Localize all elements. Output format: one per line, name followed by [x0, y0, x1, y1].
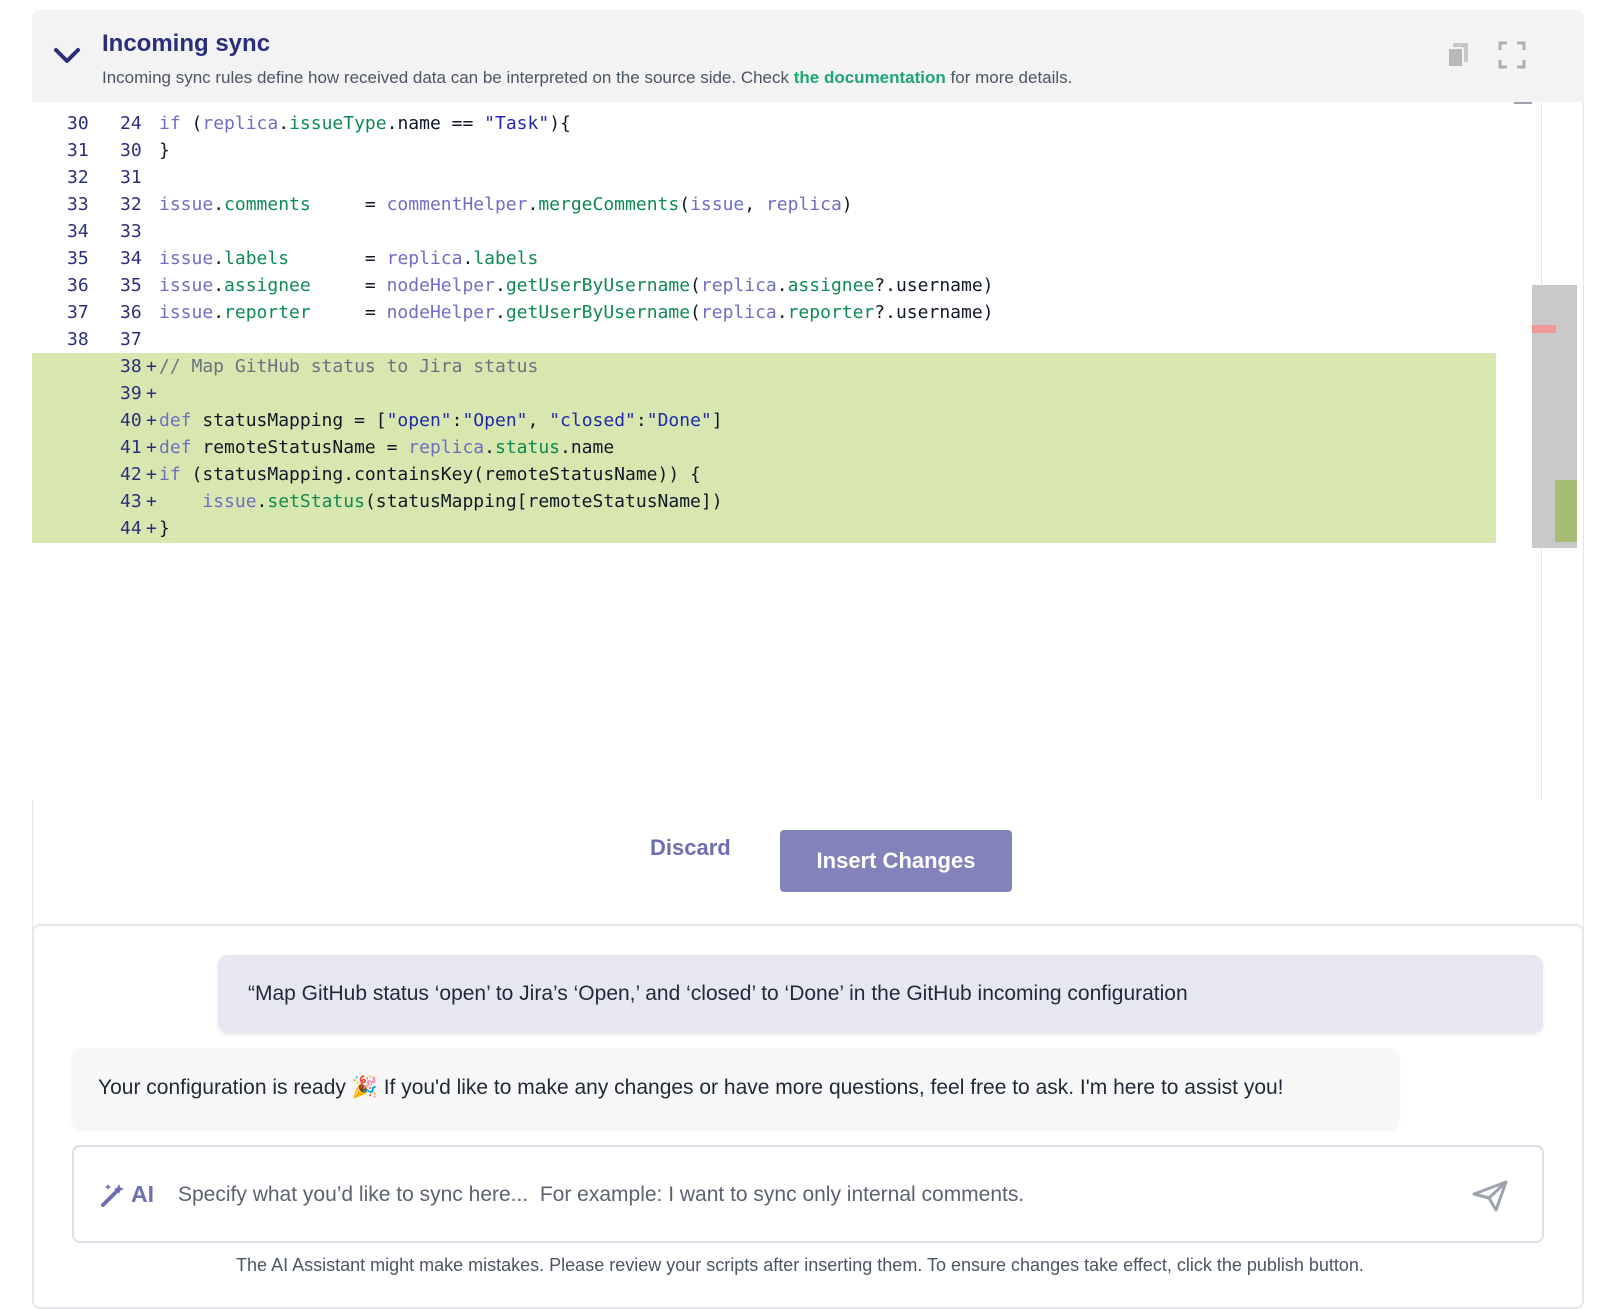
- added-marker: +: [146, 491, 157, 512]
- code-line: 30 24 if (replica.issueType.name == "Task"…: [32, 110, 1542, 138]
- code-text: issue.reporter = nodeHelper.getUserByUse…: [159, 302, 994, 323]
- added-code-line: 41 + def remoteStatusName = replica.status…: [32, 434, 1496, 462]
- code-text: }: [159, 140, 170, 161]
- old-line-number: 30: [67, 113, 89, 134]
- code-text: if (replica.issueType.name == "Task"){: [159, 113, 571, 134]
- code-line: 38 37: [32, 326, 1542, 354]
- new-line-number: 31: [120, 167, 142, 188]
- added-marker: +: [146, 518, 157, 539]
- discard-button[interactable]: Discard: [650, 835, 731, 861]
- code-text: issue.assignee = nodeHelper.getUserByUse…: [159, 275, 994, 296]
- scrollbar-top-marker: [1514, 102, 1532, 104]
- added-marker: +: [146, 410, 157, 431]
- code-line: 34 33: [32, 218, 1542, 246]
- code-line: 37 36 issue.reporter = nodeHelper.getUserB…: [32, 299, 1542, 327]
- code-diff-editor[interactable]: 30 24 if (replica.issueType.name == "Task"…: [32, 102, 1542, 800]
- added-code-line: 42 + if (statusMapping.containsKey(remoteS…: [32, 461, 1496, 489]
- old-line-number: 38: [67, 329, 89, 350]
- old-line-number: 33: [67, 194, 89, 215]
- code-text: def remoteStatusName = replica.status.na…: [159, 437, 615, 458]
- insert-changes-button[interactable]: Insert Changes: [780, 830, 1012, 892]
- code-text: issue.labels = replica.labels: [159, 248, 539, 269]
- new-line-number: 39: [120, 383, 142, 404]
- added-marker: +: [146, 464, 157, 485]
- added-marker: +: [146, 383, 157, 404]
- ai-label: AI: [131, 1181, 154, 1207]
- expand-icon[interactable]: [1497, 40, 1527, 70]
- documentation-link[interactable]: the documentation: [794, 68, 946, 87]
- old-line-number: 36: [67, 275, 89, 296]
- subtitle-text-end: for more details.: [945, 68, 1073, 87]
- old-line-number: 37: [67, 302, 89, 323]
- code-text: issue.setStatus(statusMapping[remoteStat…: [202, 491, 723, 512]
- old-line-number: 32: [67, 167, 89, 188]
- code-line: 33 32 issue.comments = commentHelper.merge…: [32, 191, 1542, 219]
- code-line: 31 30}: [32, 137, 1542, 165]
- added-code-line: 43 + issue.setStatus(statusMapping[remote…: [32, 488, 1496, 516]
- code-text: issue.comments = commentHelper.mergeComm…: [159, 194, 853, 215]
- added-code-line: 44 +}: [32, 515, 1496, 543]
- magic-wand-icon: [101, 1184, 124, 1207]
- copy-icon[interactable]: [1444, 40, 1474, 70]
- added-code-line: 40 + def statusMapping = ["open":"Open", "…: [32, 407, 1496, 435]
- chat-input[interactable]: [178, 1178, 1438, 1212]
- added-marker: +: [146, 437, 157, 458]
- code-text: }: [159, 518, 170, 539]
- code-line: 35 34 issue.labels = replica.labels: [32, 245, 1542, 273]
- panel-title: Incoming sync: [102, 30, 271, 57]
- old-line-number: 31: [67, 140, 89, 161]
- added-marker: +: [146, 356, 157, 377]
- new-line-number: 37: [120, 329, 142, 350]
- code-line: 32 31: [32, 164, 1542, 192]
- code-text: if (statusMapping.containsKey(remoteStat…: [159, 464, 701, 485]
- code-text: // Map GitHub status to Jira status: [159, 356, 539, 377]
- removed-line-marker: [1532, 325, 1556, 333]
- added-code-line: 39 +: [32, 380, 1496, 408]
- ai-disclaimer: The AI Assistant might make mistakes. Pl…: [236, 1255, 1364, 1275]
- code-text: def statusMapping = ["open":"Open", "clo…: [159, 410, 723, 431]
- added-lines-marker: [1555, 480, 1577, 542]
- old-line-number: 35: [67, 248, 89, 269]
- send-icon[interactable]: [1472, 1180, 1508, 1212]
- added-code-line: 38 +// Map GitHub status to Jira status: [32, 353, 1496, 381]
- chevron-down-icon[interactable]: [52, 44, 82, 66]
- code-line: 36 35 issue.assignee = nodeHelper.getUserB…: [32, 272, 1542, 300]
- panel-subtitle: Incoming sync rules define how received …: [102, 68, 1072, 88]
- new-line-number: 33: [120, 221, 142, 242]
- panel-header: Incoming sync Incoming sync rules define…: [32, 10, 1584, 102]
- old-line-number: 34: [67, 221, 89, 242]
- user-message: “Map GitHub status ‘open’ to Jira’s ‘Ope…: [218, 955, 1543, 1033]
- assistant-message: Your configuration is ready 🎉 If you'd l…: [72, 1048, 1399, 1128]
- subtitle-text: Incoming sync rules define how received …: [102, 68, 794, 87]
